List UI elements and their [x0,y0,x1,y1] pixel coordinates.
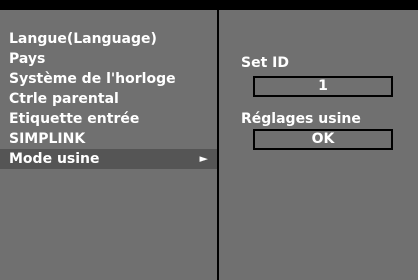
factory-reset-label: Réglages usine [241,111,361,127]
right-triangle-icon: ► [199,152,208,165]
set-id-label: Set ID [241,55,289,71]
menu-list: Langue(Language) Pays Système de l'horlo… [0,29,217,169]
menu-item-label: Langue(Language) [9,31,157,47]
menu-item-clock-system[interactable]: Système de l'horloge [0,69,217,89]
menu-item-input-label[interactable]: Etiquette entrée [0,109,217,129]
menu-item-label: Pays [9,51,46,67]
menu-item-language[interactable]: Langue(Language) [0,29,217,49]
menu-item-parental-control[interactable]: Ctrle parental [0,89,217,109]
menu-item-label: SIMPLINK [9,131,86,147]
menu-item-label: Etiquette entrée [9,111,140,127]
menu-item-label: Ctrle parental [9,91,119,107]
factory-reset-ok-button[interactable]: OK [253,129,393,150]
menu-item-country[interactable]: Pays [0,49,217,69]
detail-panel: Set ID 1 Réglages usine OK [219,10,418,280]
set-id-field[interactable]: 1 [253,76,393,97]
menu-item-label: Système de l'horloge [9,71,176,87]
menu-item-simplink[interactable]: SIMPLINK [0,129,217,149]
tv-osd-screen: Langue(Language) Pays Système de l'horlo… [0,0,418,280]
menu-item-label: Mode usine [9,151,100,167]
menu-item-factory-mode[interactable]: Mode usine ► [0,149,217,169]
menu-panel: Langue(Language) Pays Système de l'horlo… [0,10,217,280]
